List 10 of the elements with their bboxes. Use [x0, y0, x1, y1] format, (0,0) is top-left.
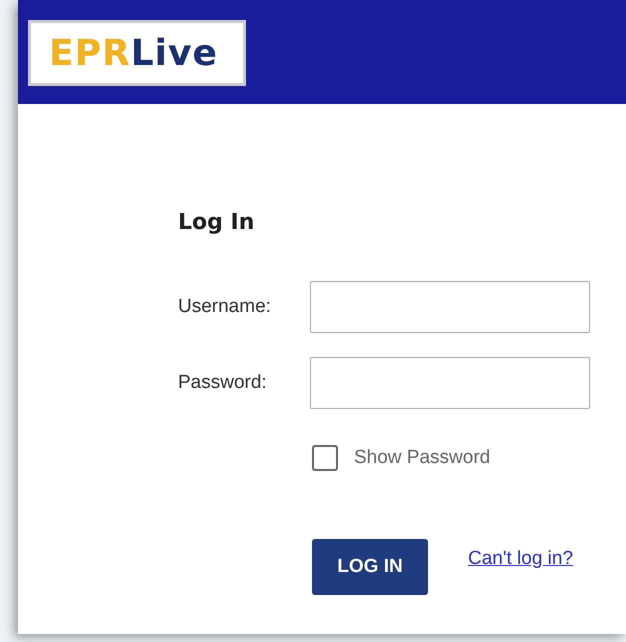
checkbox[interactable]: [312, 445, 338, 471]
help-link[interactable]: Can't log in?: [468, 548, 574, 570]
field-label: Password:: [178, 372, 268, 394]
logo: EPRLive: [28, 20, 246, 86]
login-button[interactable]: LOG IN: [312, 539, 428, 595]
input-field[interactable]: [310, 281, 590, 333]
input-field[interactable]: [310, 357, 590, 409]
checkbox-label: Show Password: [354, 447, 490, 469]
form-title: Log In: [178, 210, 256, 235]
field-label: Username:: [178, 296, 272, 318]
